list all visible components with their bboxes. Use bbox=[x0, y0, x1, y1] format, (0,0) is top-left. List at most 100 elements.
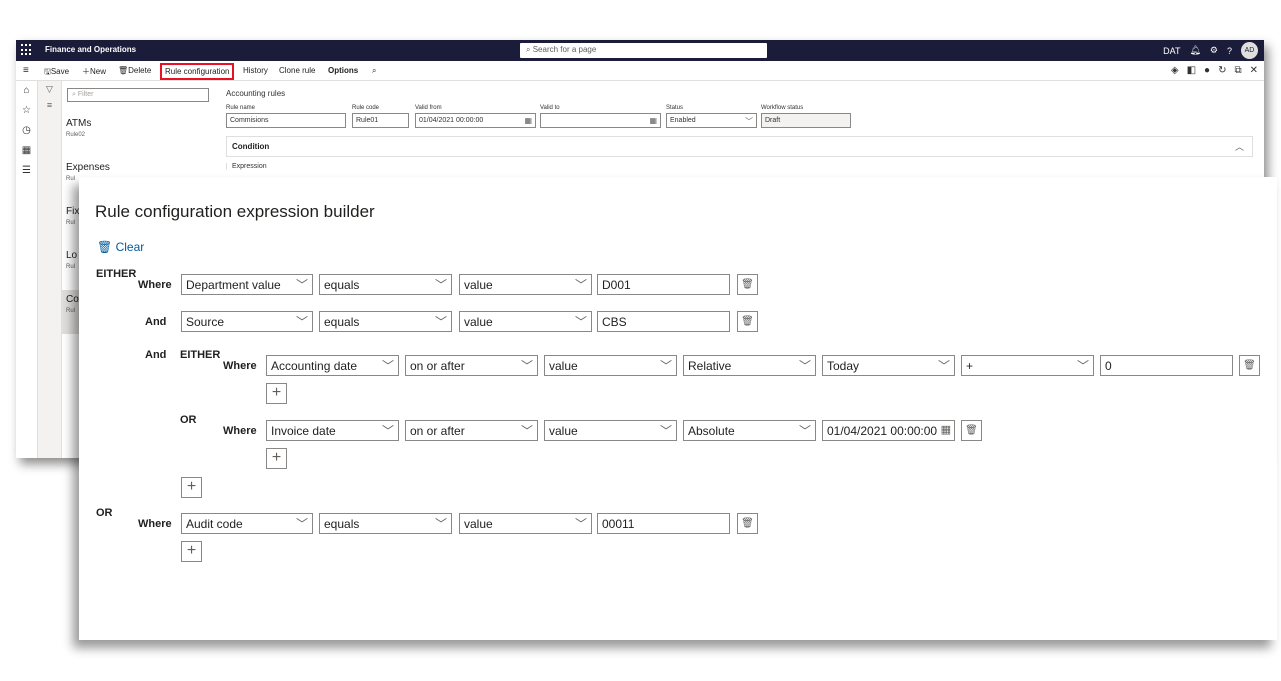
relative-anchor-select[interactable]: Today ﹀ bbox=[822, 355, 955, 376]
plus-icon: ＋ bbox=[82, 67, 90, 76]
value-input[interactable]: 00011 bbox=[597, 513, 730, 534]
history-button[interactable]: History bbox=[243, 66, 268, 75]
new-button[interactable]: ＋New bbox=[82, 66, 106, 77]
value-type-select[interactable]: value ﹀ bbox=[459, 513, 592, 534]
delete-row-button[interactable]: 🗑︎ bbox=[1239, 355, 1260, 376]
chevron-up-icon[interactable]: ︿ bbox=[1235, 140, 1244, 153]
waffle-icon[interactable] bbox=[21, 44, 33, 56]
operator-select[interactable]: equals ﹀ bbox=[319, 513, 452, 534]
chevron-down-icon: ﹀ bbox=[574, 315, 587, 329]
value-input[interactable]: CBS bbox=[597, 311, 730, 332]
where-label: Where bbox=[223, 360, 257, 372]
delete-row-button[interactable]: 🗑︎ bbox=[737, 274, 758, 295]
calendar-icon[interactable]: ▦ bbox=[940, 423, 951, 436]
valid-from-input[interactable]: 01/04/2021 00:00:00 ▦ bbox=[415, 113, 536, 128]
field-select[interactable]: Accounting date ﹀ bbox=[266, 355, 399, 376]
field-select[interactable]: Source ﹀ bbox=[181, 311, 313, 332]
filter-column: ▽ ≡ bbox=[38, 81, 62, 458]
field-select[interactable]: Audit code ﹀ bbox=[181, 513, 313, 534]
rule-code-input[interactable]: Rule01 bbox=[352, 113, 409, 128]
workspace-icon[interactable]: ▦ bbox=[16, 141, 37, 161]
list-filter-input[interactable]: ⌕ Filter bbox=[67, 88, 209, 102]
hamburger-icon[interactable]: ≡ bbox=[23, 65, 29, 76]
chevron-down-icon: ﹀ bbox=[798, 424, 811, 438]
rule-name-field: Rule name Commisions bbox=[226, 105, 346, 128]
value-type-select[interactable]: value ﹀ bbox=[459, 311, 592, 332]
save-button[interactable]: 🖫︎Save bbox=[44, 66, 69, 80]
operator-select[interactable]: on or after ﹀ bbox=[405, 355, 538, 376]
status-select[interactable]: Enabled ﹀ bbox=[666, 113, 757, 128]
operator-select[interactable]: on or after ﹀ bbox=[405, 420, 538, 441]
bell-icon[interactable]: 🔔︎ bbox=[1189, 45, 1200, 56]
where-label: Where bbox=[138, 279, 172, 291]
rule-name-input[interactable]: Commisions bbox=[226, 113, 346, 128]
close-icon[interactable]: ✕ bbox=[1250, 65, 1258, 76]
condition-fasttab[interactable]: Condition ︿ bbox=[226, 136, 1253, 157]
trash-icon: 🗑︎ bbox=[965, 425, 978, 436]
value-type-select[interactable]: value ﹀ bbox=[544, 420, 677, 441]
field-select[interactable]: Invoice date ﹀ bbox=[266, 420, 399, 441]
chevron-down-icon: ﹀ bbox=[798, 359, 811, 373]
star-icon[interactable]: ☆ bbox=[16, 101, 37, 121]
add-condition-button[interactable]: + bbox=[181, 541, 202, 562]
avatar[interactable]: AD bbox=[1241, 42, 1258, 59]
chevron-down-icon: ﹀ bbox=[295, 315, 308, 329]
delete-button[interactable]: 🗑︎Delete bbox=[118, 66, 151, 75]
value-type-select[interactable]: value ﹀ bbox=[544, 355, 677, 376]
notification-badge-icon[interactable]: ● bbox=[1204, 65, 1210, 76]
offset-sign-select[interactable]: + ﹀ bbox=[961, 355, 1094, 376]
chevron-down-icon: ﹀ bbox=[937, 359, 950, 373]
add-condition-button[interactable]: + bbox=[266, 383, 287, 404]
trash-icon: 🗑︎ bbox=[741, 518, 754, 529]
page-search-input[interactable]: ⌕ Search for a page bbox=[520, 43, 767, 58]
toolbar-right-actions: ◈ ◧ ● ↻ ⧉ ✕ bbox=[1171, 65, 1258, 76]
value-input[interactable]: D001 bbox=[597, 274, 730, 295]
clock-icon[interactable]: ◷ bbox=[16, 121, 37, 141]
date-mode-select[interactable]: Relative ﹀ bbox=[683, 355, 816, 376]
funnel-icon[interactable]: ▽ bbox=[38, 81, 61, 97]
date-mode-select[interactable]: Absolute ﹀ bbox=[683, 420, 816, 441]
field-select[interactable]: Department value ﹀ bbox=[181, 274, 313, 295]
list-item[interactable]: ATMs Rule02 bbox=[62, 114, 212, 158]
offset-input[interactable]: 0 bbox=[1100, 355, 1233, 376]
company-label[interactable]: DAT bbox=[1163, 46, 1180, 56]
operator-select[interactable]: equals ﹀ bbox=[319, 311, 452, 332]
dialog-title: Rule configuration expression builder bbox=[95, 202, 375, 221]
delete-row-button[interactable]: 🗑︎ bbox=[737, 311, 758, 332]
chevron-down-icon: ﹀ bbox=[520, 359, 533, 373]
search-placeholder: Search for a page bbox=[532, 45, 597, 54]
delete-row-button[interactable]: 🗑︎ bbox=[961, 420, 982, 441]
clear-button[interactable]: 🗑︎ Clear bbox=[97, 240, 144, 254]
valid-from-field: Valid from 01/04/2021 00:00:00 ▦ bbox=[415, 105, 536, 128]
home-icon[interactable]: ⌂ bbox=[16, 81, 37, 101]
calendar-icon[interactable]: ▦ bbox=[524, 116, 532, 125]
action-pane: ≡ 🖫︎Save ＋New 🗑︎Delete Rule configuratio… bbox=[16, 61, 1264, 81]
either-label: EITHER bbox=[180, 349, 221, 361]
expression-builder-dialog: Rule configuration expression builder 🗑︎… bbox=[79, 177, 1277, 640]
trash-icon: 🗑︎ bbox=[741, 279, 754, 290]
date-input[interactable]: 01/04/2021 00:00:00 ▦ bbox=[822, 420, 955, 441]
search-icon[interactable]: ⌕ bbox=[372, 66, 376, 76]
valid-to-input[interactable]: ▦ bbox=[540, 113, 661, 128]
diamond-icon[interactable]: ◈ bbox=[1171, 65, 1179, 76]
options-button[interactable]: Options bbox=[328, 66, 358, 75]
add-condition-button[interactable]: + bbox=[181, 477, 202, 498]
search-icon: ⌕ bbox=[72, 91, 76, 98]
value-type-select[interactable]: value ﹀ bbox=[459, 274, 592, 295]
office-icon[interactable]: ◧ bbox=[1187, 65, 1196, 76]
list-icon[interactable]: ≡ bbox=[38, 97, 61, 113]
rule-configuration-button[interactable]: Rule configuration bbox=[160, 63, 235, 80]
modules-icon[interactable]: ☰ bbox=[16, 161, 37, 181]
refresh-icon[interactable]: ↻ bbox=[1218, 65, 1226, 76]
gear-icon[interactable]: ⚙ bbox=[1210, 45, 1218, 56]
add-condition-button[interactable]: + bbox=[266, 448, 287, 469]
chevron-down-icon: ﹀ bbox=[520, 424, 533, 438]
open-new-window-icon[interactable]: ⧉ bbox=[1234, 65, 1241, 76]
calendar-icon[interactable]: ▦ bbox=[649, 116, 657, 125]
help-icon[interactable]: ? bbox=[1227, 46, 1232, 56]
delete-row-button[interactable]: 🗑︎ bbox=[737, 513, 758, 534]
clone-rule-button[interactable]: Clone rule bbox=[279, 66, 315, 75]
app-title: Finance and Operations bbox=[45, 45, 137, 54]
workflow-status-field: Workflow status Draft bbox=[761, 105, 851, 128]
operator-select[interactable]: equals ﹀ bbox=[319, 274, 452, 295]
